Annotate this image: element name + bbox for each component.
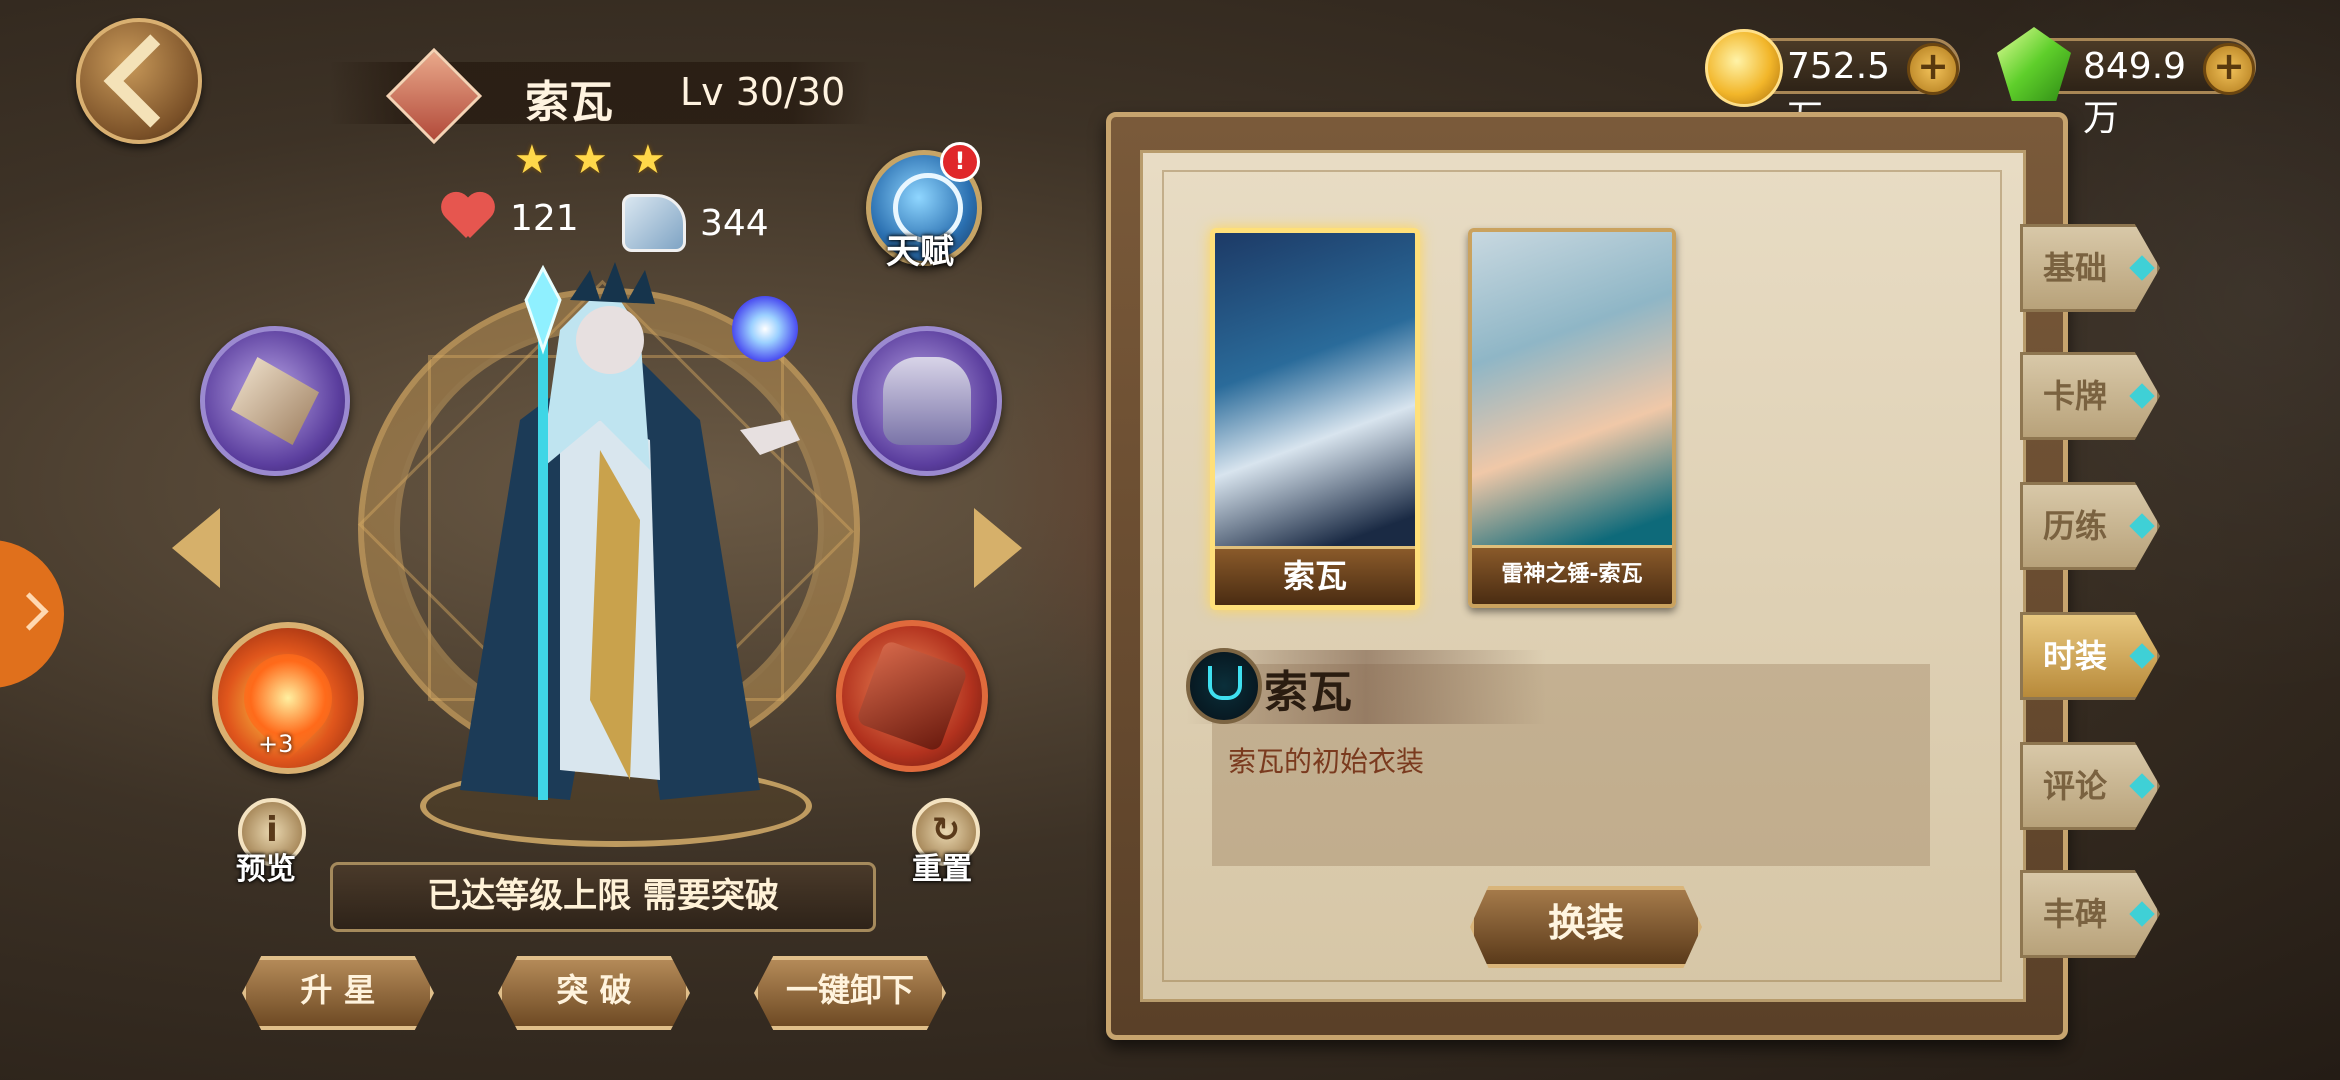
add-gold-button[interactable]: + — [1907, 43, 1959, 95]
weapon-slot[interactable] — [200, 326, 350, 476]
tab-gem-icon — [2129, 643, 2155, 669]
skin-card-default[interactable]: 索瓦 — [1210, 228, 1420, 610]
gold-currency: 752.5万 + — [1705, 29, 1960, 139]
relic-slot[interactable] — [836, 620, 988, 772]
gem-currency: 849.9万 + — [1997, 27, 2256, 139]
tab-label: 历练 — [2043, 507, 2108, 545]
skin-card-thunder[interactable]: 雷神之锤-索瓦 — [1468, 228, 1676, 608]
tab-label: 丰碑 — [2043, 895, 2108, 933]
hero-crown — [570, 262, 655, 304]
tab-label: 卡牌 — [2043, 377, 2108, 415]
tab-gem-icon — [2129, 383, 2155, 409]
skin-detail-description: 索瓦的初始衣装 — [1228, 745, 1425, 778]
hero-head — [576, 306, 644, 374]
skin-detail-name: 索瓦 — [1264, 667, 1352, 718]
skin-label: 雷神之锤-索瓦 — [1472, 545, 1672, 604]
rune-level: +3 — [258, 730, 294, 758]
tab-monument[interactable]: 丰碑 — [2020, 870, 2160, 958]
armor-slot[interactable] — [852, 326, 1002, 476]
tab-basic[interactable]: 基础 — [2020, 224, 2160, 312]
horns-icon — [1208, 666, 1242, 700]
reset-label: 重置 — [912, 852, 972, 887]
tab-training[interactable]: 历练 — [2020, 482, 2160, 570]
tab-costume[interactable]: 时装 — [2020, 612, 2160, 700]
tab-label: 评论 — [2043, 767, 2108, 805]
tab-reviews[interactable]: 评论 — [2020, 742, 2160, 830]
tab-gem-icon — [2129, 773, 2155, 799]
tab-gem-icon — [2129, 513, 2155, 539]
equip-skin-button[interactable]: 换装 — [1470, 886, 1702, 968]
upgrade-star-button[interactable]: 升 星 — [242, 956, 434, 1030]
staff-crystal — [524, 264, 562, 355]
tab-gem-icon — [2129, 255, 2155, 281]
hero-hand — [740, 420, 800, 455]
preview-label: 预览 — [236, 852, 296, 887]
tab-label: 时装 — [2043, 637, 2108, 675]
armor-icon — [883, 357, 971, 445]
prev-hero-arrow[interactable] — [172, 508, 220, 588]
hammer-icon — [231, 357, 319, 445]
tab-cards[interactable]: 卡牌 — [2020, 352, 2160, 440]
hero-staff — [538, 300, 548, 800]
unequip-all-button[interactable]: 一键卸下 — [754, 956, 946, 1030]
next-hero-arrow[interactable] — [974, 508, 1022, 588]
add-gem-button[interactable]: + — [2203, 43, 2255, 95]
gold-coin-icon — [1705, 29, 1783, 107]
skin-label: 索瓦 — [1215, 546, 1415, 605]
level-cap-notice: 已达等级上限 需要突破 — [330, 862, 876, 932]
lightning-orb — [732, 296, 798, 362]
tab-gem-icon — [2129, 901, 2155, 927]
tab-label: 基础 — [2043, 249, 2108, 287]
skin-emblem-icon — [1186, 648, 1262, 724]
breakthrough-button[interactable]: 突 破 — [498, 956, 690, 1030]
book-icon — [855, 639, 969, 753]
